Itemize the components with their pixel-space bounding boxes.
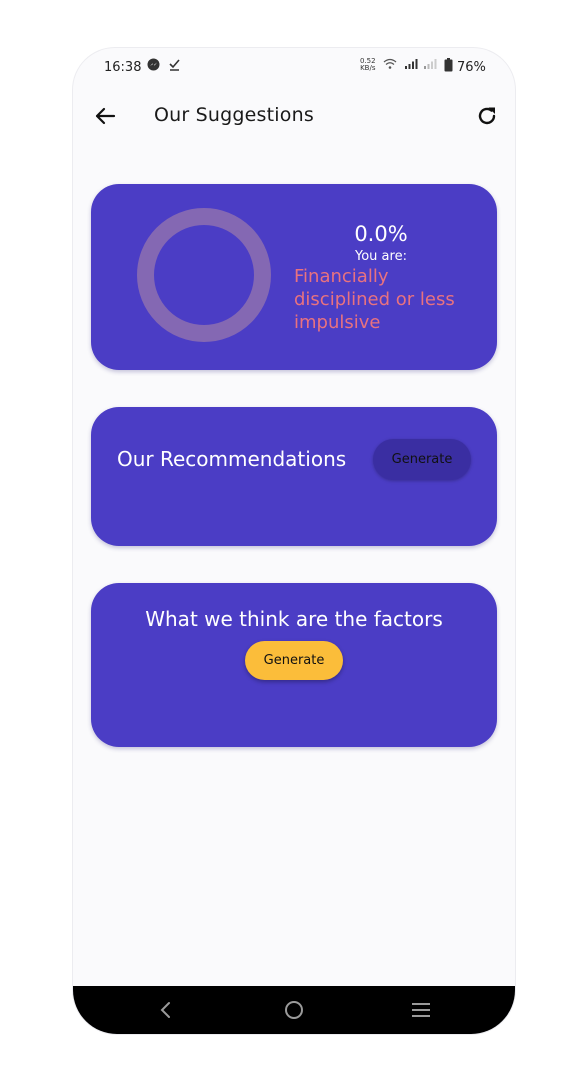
status-bar: 16:38 0.52 KB/s 76% (73, 48, 515, 88)
generate-factors-button[interactable]: Generate (245, 641, 343, 680)
battery-icon (444, 58, 453, 75)
download-done-icon (168, 58, 181, 74)
factors-card: What we think are the factors Generate (91, 583, 497, 747)
phone-screen: 16:38 0.52 KB/s 76% Our Suggestions 0.0%… (73, 48, 515, 1034)
factors-title: What we think are the factors (145, 607, 443, 631)
refresh-icon[interactable] (475, 104, 499, 128)
messenger-icon (147, 58, 160, 74)
page-title: Our Suggestions (154, 104, 314, 126)
recommendations-card: Our Recommendations Generate (91, 407, 497, 546)
system-nav-bar (73, 986, 515, 1034)
generate-recommendations-button[interactable]: Generate (373, 439, 471, 480)
signal-weak-icon (423, 58, 437, 73)
nav-back-icon[interactable] (154, 998, 178, 1022)
financial-score-card: 0.0% You are: Financially disciplined or… (91, 184, 497, 370)
battery-percentage: 76% (457, 60, 486, 75)
wifi-icon (383, 58, 397, 73)
net-speed: 0.52 KB/s (360, 58, 376, 72)
net-speed-unit: KB/s (360, 64, 376, 72)
recommendations-title: Our Recommendations (117, 447, 347, 471)
status-time: 16:38 (104, 60, 142, 75)
score-verdict: Financially disciplined or less impulsiv… (294, 266, 455, 333)
nav-recents-icon[interactable] (409, 998, 433, 1022)
app-bar: Our Suggestions (73, 96, 515, 136)
score-percentage: 0.0% (354, 222, 408, 246)
nav-home-icon[interactable] (282, 998, 306, 1022)
back-arrow-icon[interactable] (93, 104, 117, 128)
score-ring-chart (137, 208, 271, 342)
signal-icon (404, 58, 418, 73)
you-are-label: You are: (355, 249, 407, 264)
